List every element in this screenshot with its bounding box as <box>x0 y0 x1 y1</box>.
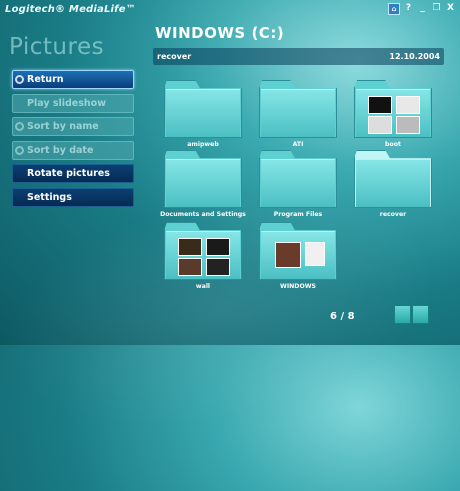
previous-page-button[interactable] <box>394 305 411 324</box>
section-title: Pictures <box>9 34 105 60</box>
thumbnail <box>396 116 420 134</box>
thumbnail <box>275 242 301 268</box>
thumbnail <box>396 96 420 114</box>
folder-tile[interactable]: wall <box>164 222 242 290</box>
folder-name: Documents and Settings <box>160 211 246 218</box>
sort-by-name-label: Sort by name <box>27 121 99 132</box>
sort-by-date-label: Sort by date <box>27 144 94 156</box>
folder-tile[interactable]: ATI <box>259 80 337 148</box>
window-controls: ⌂ ? _ ❐ X <box>388 3 456 15</box>
return-button[interactable]: Return <box>12 70 134 89</box>
folder-name: WINDOWS <box>280 283 316 290</box>
thumbnail <box>206 238 230 256</box>
folder-name: boot <box>385 141 401 148</box>
thumbnail <box>368 96 392 114</box>
page-counter: 6 / 8 <box>330 311 355 322</box>
radio-icon <box>15 145 24 155</box>
radio-icon <box>15 122 24 131</box>
folder-tile-selected[interactable]: recover <box>354 150 432 218</box>
drive-title: WINDOWS (C:) <box>155 24 285 42</box>
home-icon[interactable]: ⌂ <box>388 3 400 15</box>
thumbnail <box>178 238 202 256</box>
folder-icon <box>354 150 432 208</box>
rotate-pictures-button[interactable]: Rotate pictures <box>12 164 134 183</box>
thumbnail <box>305 242 325 266</box>
minimize-button[interactable]: _ <box>417 3 428 14</box>
folder-tile[interactable]: boot <box>354 80 432 148</box>
folder-name: amipweb <box>187 141 219 148</box>
settings-label: Settings <box>27 191 72 203</box>
folder-tile[interactable]: Program Files <box>259 150 337 218</box>
rotate-pictures-label: Rotate pictures <box>27 168 110 179</box>
play-slideshow-label: Play slideshow <box>27 97 106 109</box>
folder-name: ATI <box>292 141 304 148</box>
folder-icon <box>164 222 242 280</box>
thumbnail <box>178 258 202 276</box>
return-label: Return <box>27 74 64 85</box>
folder-date: 12.10.2004 <box>389 52 440 61</box>
folder-name: Program Files <box>273 211 323 218</box>
next-page-button[interactable] <box>412 305 429 324</box>
folder-tile[interactable]: WINDOWS <box>259 222 337 290</box>
return-arrow-icon <box>15 75 24 84</box>
play-slideshow-button[interactable]: Play slideshow <box>12 93 134 113</box>
current-path: recover <box>157 52 192 61</box>
folder-icon <box>259 222 337 280</box>
page-nav <box>394 305 429 324</box>
folder-name: recover <box>379 211 407 218</box>
thumbnail <box>368 116 392 134</box>
folder-icon <box>259 150 337 208</box>
app-logo: Logitech® MediaLife™ <box>5 4 136 15</box>
thumbnail <box>206 258 230 276</box>
restore-icon[interactable]: ❐ <box>431 3 442 14</box>
folder-icon <box>259 80 337 138</box>
side-menu: Return Play slideshow Sort by name Sort … <box>12 70 134 211</box>
folder-tile[interactable]: amipweb <box>164 80 242 148</box>
folder-name: wall <box>195 283 211 290</box>
folder-icon <box>354 80 432 138</box>
sort-by-name-button[interactable]: Sort by name <box>12 117 134 136</box>
settings-button[interactable]: Settings <box>12 187 134 207</box>
folder-tile[interactable]: Documents and Settings <box>160 150 246 218</box>
sort-by-date-button[interactable]: Sort by date <box>12 140 134 160</box>
help-button[interactable]: ? <box>403 3 414 14</box>
folder-icon <box>164 150 242 208</box>
close-button[interactable]: X <box>445 3 456 14</box>
folder-icon <box>164 80 242 138</box>
path-bar: recover 12.10.2004 <box>153 48 444 65</box>
